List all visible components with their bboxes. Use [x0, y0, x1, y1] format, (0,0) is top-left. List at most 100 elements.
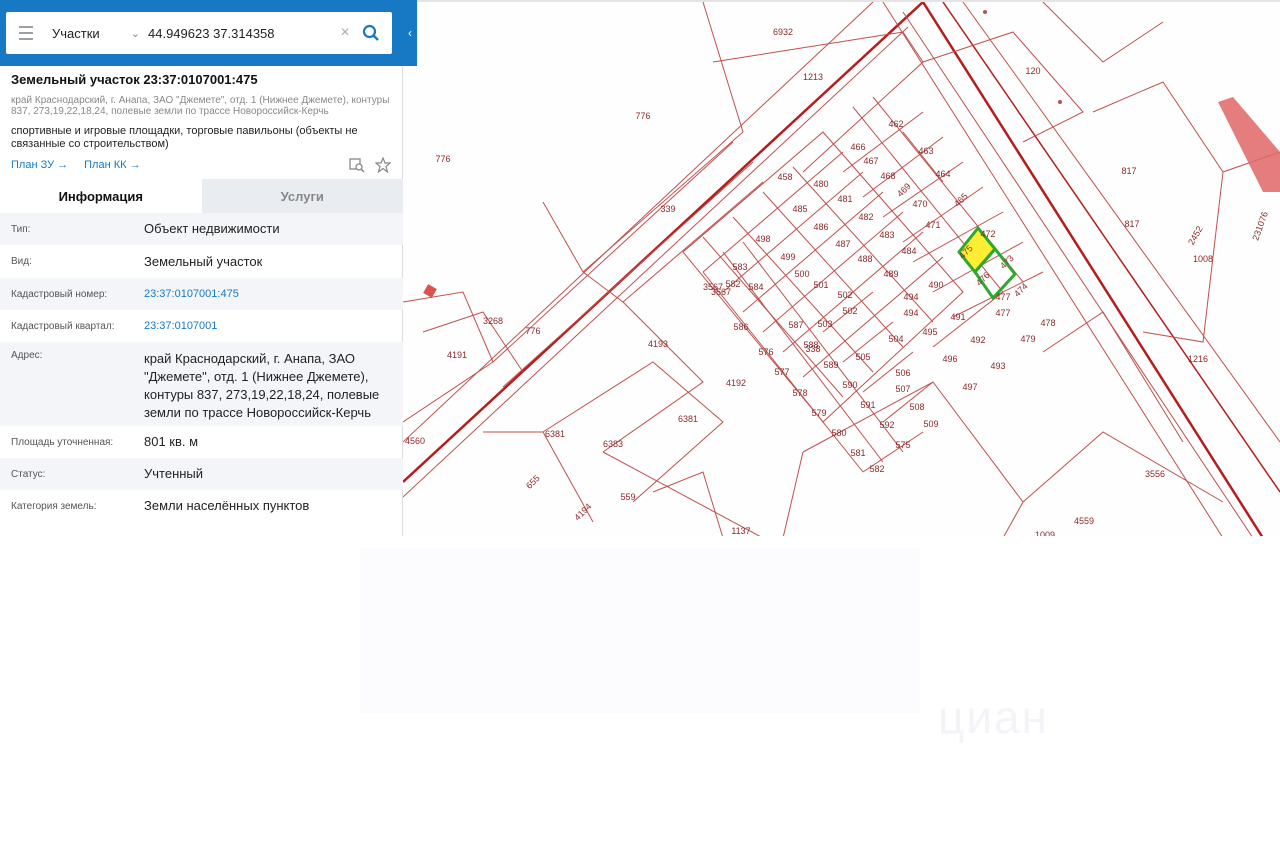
parcel-number-label: 509 — [923, 419, 938, 429]
info-row-status: Статус: Учтенный — [0, 458, 403, 490]
parcel-number-label: 503 — [817, 319, 832, 329]
parcel-number-label: 1008 — [1193, 254, 1213, 264]
plan-zu-link[interactable]: План ЗУ → — [11, 159, 68, 171]
parcel-number-label: 483 — [879, 230, 894, 240]
chevron-down-icon: ⌄ — [130, 27, 140, 40]
info-row-type: Тип: Объект недвижимости — [0, 213, 403, 245]
parcel-number-label: 1216 — [1188, 354, 1208, 364]
parcel-number-label: 577 — [774, 367, 789, 377]
parcel-number-label: 506 — [895, 368, 910, 378]
parcel-title: Земельный участок 23:37:0107001:475 — [11, 72, 258, 87]
parcel-number-label: 587 — [788, 320, 803, 330]
parcel-number-label: 505 — [855, 352, 870, 362]
parcel-number-label: 499 — [780, 252, 795, 262]
parcel-number-label: 591 — [860, 400, 875, 410]
search-input[interactable] — [144, 18, 334, 48]
parcel-number-label: 589 — [823, 360, 838, 370]
cadastral-map[interactable]: 6932 1213 120 776 776 462 466 463 467 468 464 469 46… — [403, 0, 1280, 536]
parcel-number-label: 4194 — [572, 501, 593, 522]
parcel-number-label: 586 — [733, 322, 748, 332]
parcel-number-label: 575 — [895, 440, 910, 450]
parcel-number-label: 581 — [850, 448, 865, 458]
panel-tabs: Информация Услуги — [0, 179, 403, 213]
menu-icon[interactable] — [6, 12, 46, 54]
parcel-number-label: 507 — [895, 384, 910, 394]
parcel-number-label: 469 — [895, 181, 913, 199]
parcel-number-label: 470 — [912, 199, 927, 209]
parcel-number-label: 488 — [857, 254, 872, 264]
parcel-number-label: 471 — [925, 220, 940, 230]
star-icon[interactable] — [375, 157, 391, 173]
empty-area — [360, 548, 920, 713]
tab-services[interactable]: Услуги — [201, 179, 403, 213]
parcel-number-label: 497 — [962, 382, 977, 392]
parcel-number-label: 231076 — [1250, 210, 1270, 242]
row-label: Кадастровый номер: — [11, 288, 108, 300]
parcel-number-label: 480 — [813, 179, 828, 189]
row-value: 801 кв. м — [144, 434, 199, 449]
parcel-number-label: 4193 — [648, 339, 668, 349]
parcel-number-label: 583 — [732, 262, 747, 272]
parcel-number-label: 487 — [835, 239, 850, 249]
parcel-number-label: 495 — [922, 327, 937, 337]
layer-select[interactable]: Участки ⌄ — [46, 12, 144, 54]
parcel-number-label: 4559 — [1074, 516, 1094, 526]
parcel-number-label: 576 — [758, 347, 773, 357]
info-row-kind: Вид: Земельный участок — [0, 245, 403, 278]
parcel-number-label: 491 — [950, 312, 965, 322]
parcel-number-label: 482 — [858, 212, 873, 222]
parcel-number-label: 584 — [748, 282, 763, 292]
parcel-number-label: 472 — [980, 229, 995, 239]
row-label: Тип: — [11, 223, 31, 235]
search-icon — [362, 24, 379, 41]
zoom-to-parcel-icon[interactable] — [349, 157, 365, 173]
parcel-number-label: 4560 — [405, 436, 425, 446]
parcel-number-label: 498 — [755, 234, 770, 244]
parcel-number-label: 4191 — [447, 350, 467, 360]
info-row-cad-quarter: Кадастровый квартал: 23:37:0107001 — [0, 310, 403, 342]
parcel-number-label: 485 — [792, 204, 807, 214]
parcel-number-label: 489 — [883, 269, 898, 279]
parcel-number-label: 6381 — [545, 429, 565, 439]
info-panel: Участки ⌄ × ‹ Земельный участок 23:37:01… — [0, 0, 417, 536]
parcel-number-label: 578 — [792, 388, 807, 398]
parcel-number-label: 492 — [970, 335, 985, 345]
info-table: Тип: Объект недвижимости Вид: Земельный … — [0, 213, 403, 522]
parcel-number-label: 501 — [813, 280, 828, 290]
parcel-number-label: 494 — [903, 292, 918, 302]
parcel-number-label: 559 — [620, 492, 635, 502]
parcel-number-label: 490 — [928, 280, 943, 290]
parcel-number-label: 496 — [942, 354, 957, 364]
clear-icon[interactable]: × — [334, 24, 356, 42]
parcel-number-label: 776 — [635, 111, 650, 121]
row-label: Адрес: — [11, 350, 43, 361]
parcel-number-label: 3556 — [1145, 469, 1165, 479]
parcel-number-label: 479 — [1020, 334, 1035, 344]
row-label: Категория земель: — [11, 500, 97, 512]
watermark: циан — [938, 691, 1050, 743]
parcel-number-label: 478 — [1040, 318, 1055, 328]
parcel-number-label: 464 — [935, 169, 950, 179]
parcel-number-label: 504 — [888, 334, 903, 344]
plan-kk-link[interactable]: План КК → — [84, 159, 140, 171]
parcel-number-label: 474 — [1012, 281, 1030, 299]
collapse-panel-button[interactable]: ‹ — [403, 12, 417, 54]
row-label: Вид: — [11, 256, 32, 267]
parcel-number-label: 120 — [1025, 66, 1040, 76]
cad-number-link[interactable]: 23:37:0107001:475 — [144, 285, 394, 303]
search-button[interactable] — [356, 24, 386, 42]
parcel-number-label: 2452 — [1186, 224, 1205, 246]
parcel-number-label: 579 — [811, 408, 826, 418]
plan-links: План ЗУ → План КК → — [11, 157, 391, 173]
parcel-number-label: 494 — [903, 308, 918, 318]
parcel-number-label: 484 — [901, 246, 916, 256]
parcel-number-label: 580 — [831, 428, 846, 438]
parcel-number-label: 1009 — [1035, 530, 1055, 536]
cad-quarter-link[interactable]: 23:37:0107001 — [144, 317, 394, 335]
info-row-address: Адрес: край Краснодарский, г. Анапа, ЗАО… — [0, 342, 403, 426]
parcel-address: край Краснодарский, г. Анапа, ЗАО "Джеме… — [11, 95, 390, 117]
tab-information[interactable]: Информация — [0, 179, 202, 213]
search-bar: Участки ⌄ × — [0, 0, 417, 66]
row-label: Статус: — [11, 468, 46, 480]
map-canvas[interactable]: 69321213120776776462466 463467468 46446946… — [403, 2, 1280, 536]
